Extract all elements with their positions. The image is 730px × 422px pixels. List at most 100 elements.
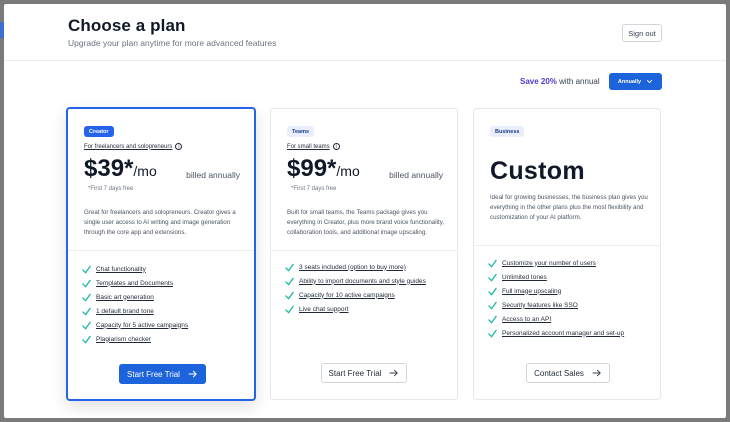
feature-item: Plagiarism checker	[82, 332, 188, 346]
feature-item: Customize your number of users	[488, 256, 624, 270]
modal-header: Choose a plan Upgrade your plan anytime …	[4, 4, 726, 61]
plan-audience-label: For freelancers and solopreneurs	[84, 143, 173, 150]
plan-card-business: Business Custom Ideal for growing busine…	[473, 108, 661, 400]
feature-label[interactable]: Live chat support	[299, 306, 349, 313]
check-icon	[82, 335, 91, 344]
feature-list: 3 seats included (option to buy more) Ab…	[285, 260, 426, 316]
feature-item: Chat functionality	[82, 262, 188, 276]
feature-item: Basic art generation	[82, 290, 188, 304]
feature-label[interactable]: 1 default brand tone	[96, 308, 154, 315]
feature-label[interactable]: 3 seats included (option to buy more)	[299, 264, 406, 271]
start-free-trial-button[interactable]: Start Free Trial	[119, 364, 206, 384]
billing-toggle-row: Save 20% with annual Annually	[4, 73, 726, 91]
plan-modal: Choose a plan Upgrade your plan anytime …	[4, 4, 726, 418]
feature-item: 3 seats included (option to buy more)	[285, 260, 426, 274]
arrow-right-icon	[389, 369, 399, 377]
save-notice: Save 20% with annual	[520, 77, 600, 86]
arrow-right-icon	[592, 369, 601, 377]
feature-item: Capacity for 10 active campaigns	[285, 288, 426, 302]
feature-label[interactable]: Personalized account manager and set-up	[502, 330, 624, 337]
plan-card-teams: Teams For small teams i $99*/mo billed a…	[270, 108, 458, 400]
page-title: Choose a plan	[68, 16, 186, 35]
feature-label[interactable]: Templates and Documents	[96, 280, 173, 287]
feature-item: Templates and Documents	[82, 276, 188, 290]
arrow-right-icon	[188, 370, 197, 378]
check-icon	[82, 293, 91, 302]
plan-badge: Teams	[287, 126, 315, 137]
page-subtitle: Upgrade your plan anytime for more advan…	[68, 38, 277, 48]
check-icon	[488, 273, 497, 282]
check-icon	[285, 263, 294, 272]
start-free-trial-button[interactable]: Start Free Trial	[321, 363, 407, 383]
feature-label[interactable]: Capacity for 10 active campaigns	[299, 292, 395, 299]
plan-description: Ideal for growing businesses, the busine…	[490, 194, 648, 221]
info-icon[interactable]: i	[332, 143, 340, 150]
cta-label: Start Free Trial	[328, 368, 382, 378]
trial-note: *First 7 days free	[291, 186, 337, 192]
check-icon	[285, 305, 294, 314]
check-icon	[82, 307, 91, 316]
cta-label: Start Free Trial	[127, 369, 180, 379]
contact-sales-button[interactable]: Contact Sales	[526, 363, 610, 383]
save-percent: Save 20%	[520, 77, 557, 86]
card-divider	[68, 250, 254, 251]
feature-label[interactable]: Plagiarism checker	[96, 336, 151, 343]
billing-period-dropdown[interactable]: Annually	[609, 73, 662, 90]
feature-list: Customize your number of users Unlimited…	[488, 256, 624, 340]
check-icon	[488, 315, 497, 324]
trial-note: *First 7 days free	[88, 186, 134, 192]
price-amount: $39*	[84, 155, 134, 182]
price-unit: /mo	[336, 163, 360, 179]
price-unit: /mo	[133, 163, 157, 179]
feature-label[interactable]: Security features like SSO	[502, 302, 578, 309]
feature-label[interactable]: Capacity for 5 active campaigns	[96, 322, 188, 329]
feature-item: Security features like SSO	[488, 298, 624, 312]
billing-note: billed annually	[186, 170, 240, 180]
plan-audience-label: For small teams	[287, 143, 330, 150]
price-amount: $99*	[287, 155, 337, 182]
cta-label: Contact Sales	[534, 368, 584, 378]
plan-card-creator: Creator For freelancers and solopreneurs…	[66, 107, 256, 401]
check-icon	[488, 287, 497, 296]
plan-audience-link[interactable]: For small teams i	[287, 143, 340, 150]
check-icon	[285, 291, 294, 300]
check-icon	[285, 277, 294, 286]
feature-label[interactable]: Unlimited tones	[502, 274, 547, 281]
feature-label[interactable]: Chat functionality	[96, 266, 146, 273]
billing-period-label: Annually	[617, 78, 642, 85]
plan-badge: Business	[490, 126, 525, 137]
feature-label[interactable]: Customize your number of users	[502, 260, 596, 267]
feature-label[interactable]: Ability to import documents and style gu…	[299, 278, 426, 285]
check-icon	[488, 301, 497, 310]
check-icon	[82, 279, 91, 288]
plan-price: $39*/mo	[84, 155, 157, 183]
feature-label[interactable]: Basic art generation	[96, 294, 154, 301]
check-icon	[488, 329, 497, 338]
check-icon	[82, 321, 91, 330]
feature-item: Unlimited tones	[488, 270, 624, 284]
feature-item: Full image upscaling	[488, 284, 624, 298]
chevron-down-icon	[647, 79, 653, 84]
sign-out-button[interactable]: Sign out	[622, 24, 662, 42]
feature-label[interactable]: Full image upscaling	[502, 288, 561, 295]
check-icon	[82, 265, 91, 274]
feature-item: Ability to import documents and style gu…	[285, 274, 426, 288]
feature-item: Access to an API	[488, 312, 624, 326]
feature-item: Personalized account manager and set-up	[488, 326, 624, 340]
feature-list: Chat functionality Templates and Documen…	[82, 262, 188, 346]
info-icon[interactable]: i	[175, 143, 183, 150]
save-suffix: with annual	[559, 77, 600, 86]
plan-description: Built for small teams, the Teams package…	[287, 209, 445, 236]
plan-audience-link[interactable]: For freelancers and solopreneurs i	[84, 143, 183, 150]
card-divider	[474, 245, 660, 246]
feature-item: Live chat support	[285, 302, 426, 316]
billing-note: billed annually	[389, 170, 443, 180]
plan-badge: Creator	[84, 126, 114, 137]
plan-price: Custom	[490, 157, 585, 185]
feature-item: Capacity for 5 active campaigns	[82, 318, 188, 332]
feature-label[interactable]: Access to an API	[502, 316, 551, 323]
feature-item: 1 default brand tone	[82, 304, 188, 318]
plan-description: Great for freelancers and solopreneurs. …	[84, 209, 236, 236]
check-icon	[488, 259, 497, 268]
card-divider	[271, 250, 457, 251]
